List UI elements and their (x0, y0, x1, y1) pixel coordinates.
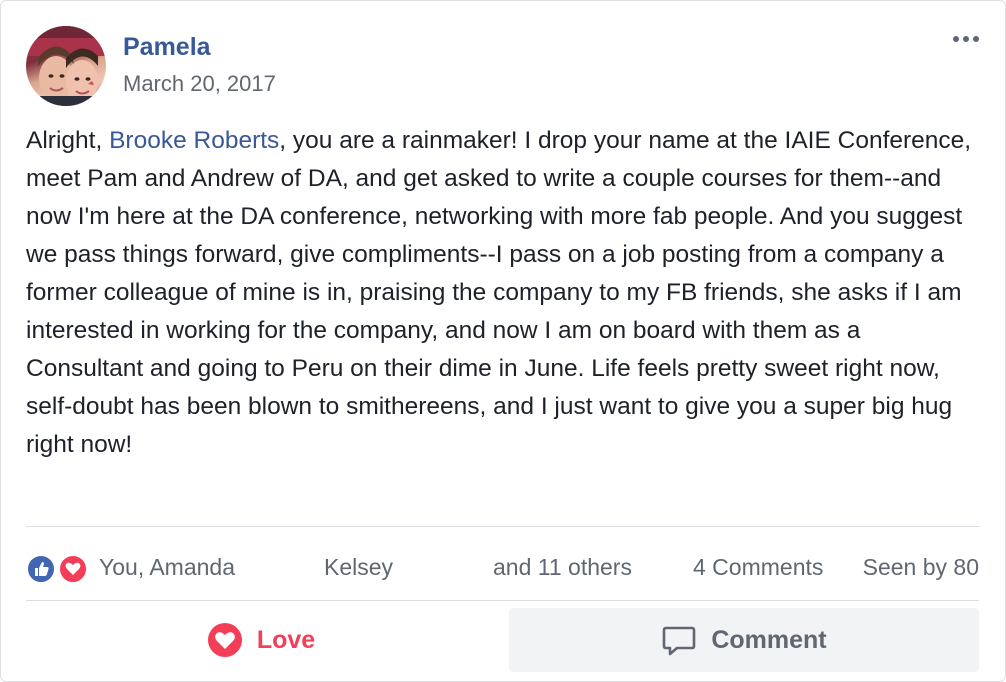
comment-label: Comment (711, 625, 827, 654)
comment-button[interactable]: Comment (509, 608, 979, 672)
more-horizontal-icon[interactable] (951, 29, 981, 49)
post-card: Pamela March 20, 2017 Alright, Brooke Ro… (0, 0, 1006, 682)
reaction-icons[interactable] (26, 554, 94, 584)
comments-count[interactable]: 4 Comments (693, 547, 823, 587)
author-name[interactable]: Pamela (123, 33, 211, 61)
divider (26, 526, 979, 527)
reactors-others[interactable]: and 11 others (493, 547, 632, 587)
seen-by-count[interactable]: Seen by 80 (863, 547, 979, 587)
love-label: Love (256, 625, 316, 654)
post-timestamp[interactable]: March 20, 2017 (123, 71, 276, 97)
love-icon (58, 554, 88, 584)
reactors-names[interactable]: You, Amanda (99, 547, 235, 587)
like-icon (26, 554, 56, 584)
reactors-name-kelsey[interactable]: Kelsey (324, 547, 393, 587)
author-avatar[interactable] (26, 26, 106, 106)
heart-icon (207, 622, 243, 658)
mention-link[interactable]: Brooke Roberts (109, 127, 279, 154)
body-text-start: Alright, (26, 127, 110, 154)
comment-bubble-icon (661, 622, 697, 658)
love-button[interactable]: Love (26, 608, 496, 672)
divider (26, 600, 979, 601)
post-body: Alright, Brooke Roberts, you are a rainm… (26, 122, 981, 464)
body-text-rest: , you are a rainmaker! I drop your name … (26, 127, 972, 458)
reactions-bar: You, Amanda Kelsey and 11 others 4 Comme… (26, 547, 979, 587)
